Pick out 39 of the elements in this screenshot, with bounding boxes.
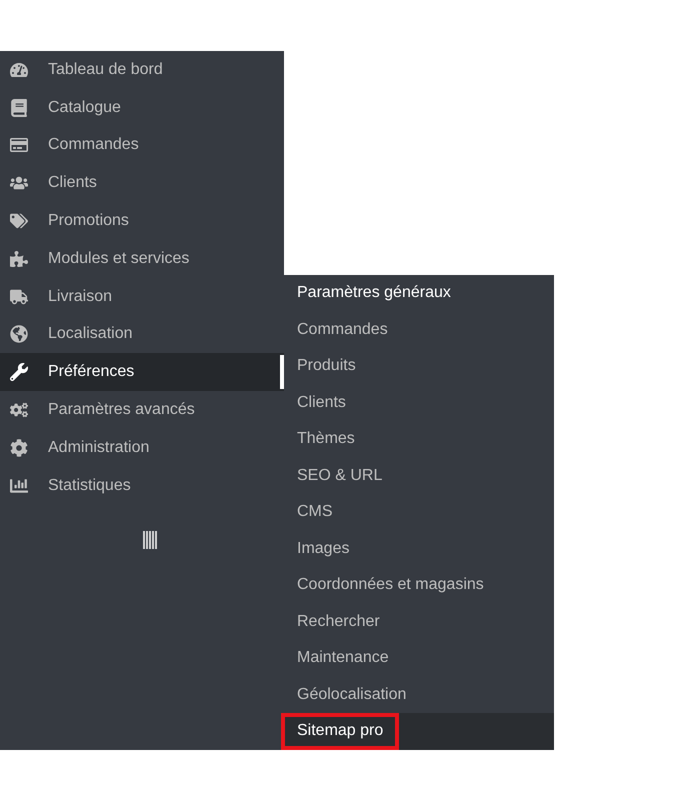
truck-icon bbox=[10, 288, 28, 306]
book-icon bbox=[10, 98, 28, 117]
submenu-item[interactable]: Clients bbox=[284, 384, 554, 421]
tags-icon bbox=[10, 212, 28, 230]
sidebar-item[interactable]: Modules et services bbox=[0, 240, 284, 278]
submenu-item[interactable]: SEO & URL bbox=[284, 458, 554, 494]
dashboard-icon bbox=[10, 60, 28, 79]
submenu-item[interactable]: Rechercher bbox=[284, 604, 554, 640]
submenu-item[interactable]: Coordonnées et magasins bbox=[284, 567, 554, 604]
submenu-item[interactable]: Maintenance bbox=[284, 640, 554, 676]
globe-icon bbox=[10, 325, 28, 344]
submenu-item[interactable]: Paramètres généraux bbox=[284, 275, 554, 312]
gear-icon bbox=[10, 438, 28, 457]
submenu-item[interactable]: Commandes bbox=[284, 312, 554, 348]
bar-chart-icon bbox=[10, 476, 28, 495]
sidebar-item[interactable]: Catalogue bbox=[0, 88, 284, 127]
submenu-item[interactable]: CMS bbox=[284, 494, 554, 530]
sidebar-item[interactable]: Administration bbox=[0, 428, 284, 467]
submenu-item[interactable]: Images bbox=[284, 530, 554, 567]
sidebar-item[interactable]: Commandes bbox=[0, 126, 284, 164]
sidebar-item[interactable]: Statistiques bbox=[0, 466, 284, 505]
sidebar-item[interactable]: Livraison bbox=[0, 278, 284, 316]
submenu-item[interactable]: Thèmes bbox=[284, 421, 554, 458]
submenu-item[interactable]: Géolocalisation bbox=[284, 676, 554, 713]
puzzle-icon bbox=[10, 250, 28, 268]
credit-card-icon bbox=[10, 136, 28, 154]
submenu-item[interactable]: Produits bbox=[284, 348, 554, 384]
sidebar-item[interactable]: Promotions bbox=[0, 202, 284, 240]
collapse-grip-icon[interactable] bbox=[143, 530, 157, 549]
users-icon bbox=[10, 174, 28, 192]
wrench-icon bbox=[10, 363, 28, 382]
active-indicator bbox=[280, 355, 284, 390]
sidebar-item[interactable]: Localisation bbox=[0, 316, 284, 354]
sidebar-item[interactable]: Tableau de bord bbox=[0, 51, 284, 89]
cogs-icon bbox=[10, 401, 28, 420]
sidebar-item[interactable]: Paramètres avancés bbox=[0, 391, 284, 429]
submenu-item[interactable]: Sitemap pro bbox=[284, 713, 554, 750]
sidebar-item[interactable]: Préférences bbox=[0, 353, 284, 392]
sidebar-item[interactable]: Clients bbox=[0, 164, 284, 202]
